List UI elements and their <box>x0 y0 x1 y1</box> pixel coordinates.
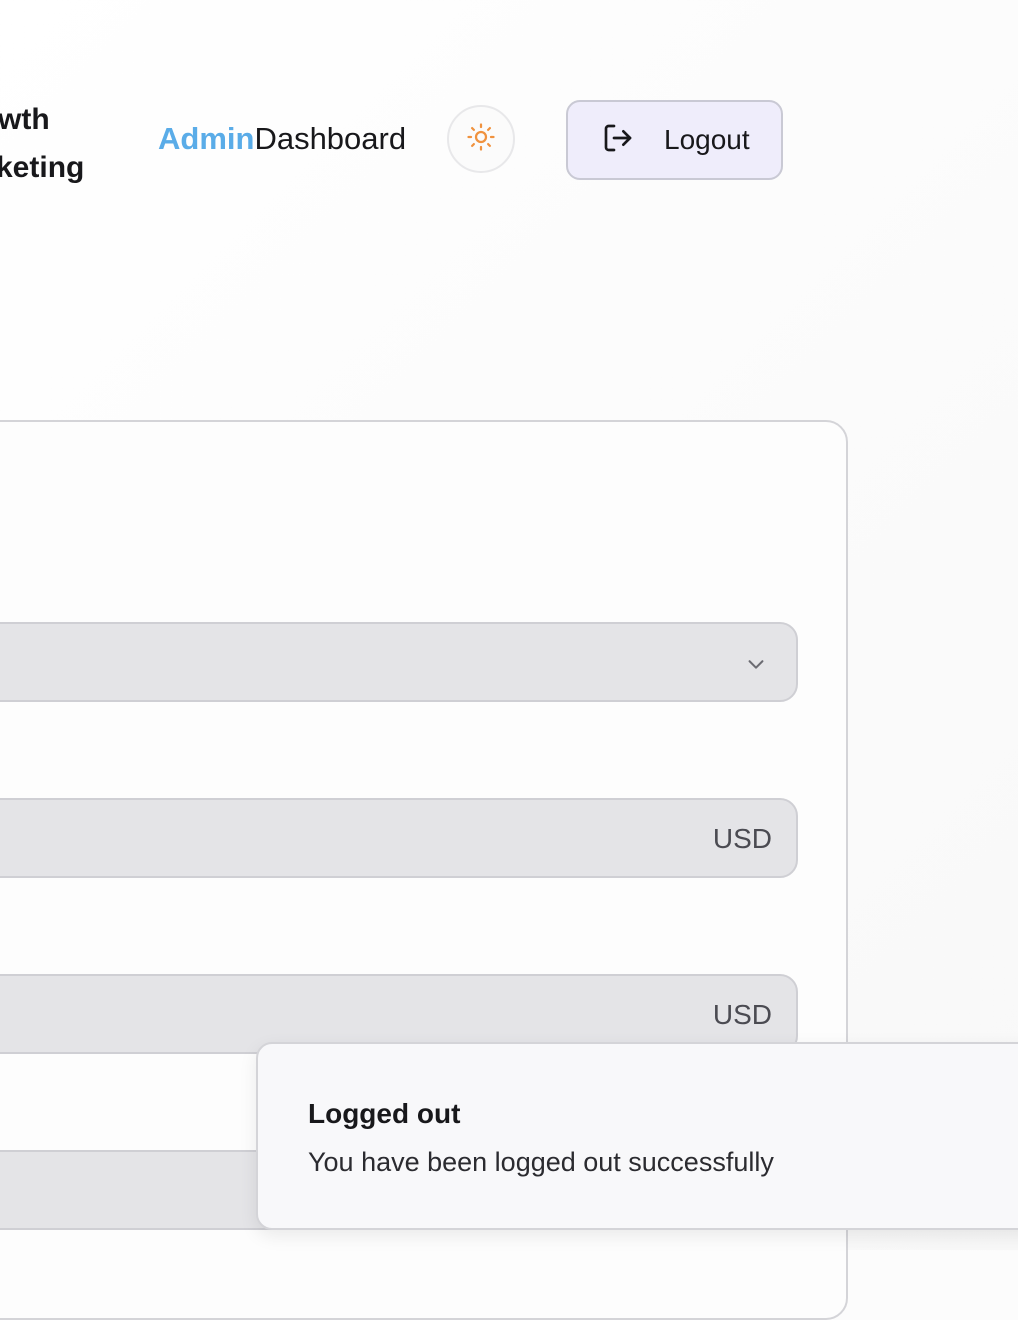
select-field[interactable] <box>0 622 798 702</box>
brand-name: wth keting <box>0 96 84 192</box>
page-title: AdminDashboard <box>158 118 406 160</box>
currency-suffix: USD <box>712 823 772 854</box>
logout-label: Logout <box>664 124 750 155</box>
toast-notification: Logged out You have been logged out succ… <box>256 1042 1018 1230</box>
toast-title: Logged out <box>308 1098 461 1129</box>
amount-input-1[interactable]: USD <box>0 798 798 878</box>
brand-line-2: keting <box>0 151 85 184</box>
toast-description: You have been logged out successfully <box>308 1147 774 1177</box>
theme-toggle-button[interactable] <box>447 105 515 173</box>
logout-button[interactable]: Logout <box>566 100 783 180</box>
chevron-down-icon <box>742 650 770 678</box>
sun-icon <box>466 122 496 157</box>
title-rest: Dashboard <box>254 121 407 156</box>
title-accent: Admin <box>158 121 255 156</box>
brand-line-1: wth <box>0 103 50 136</box>
logout-icon <box>602 122 634 159</box>
